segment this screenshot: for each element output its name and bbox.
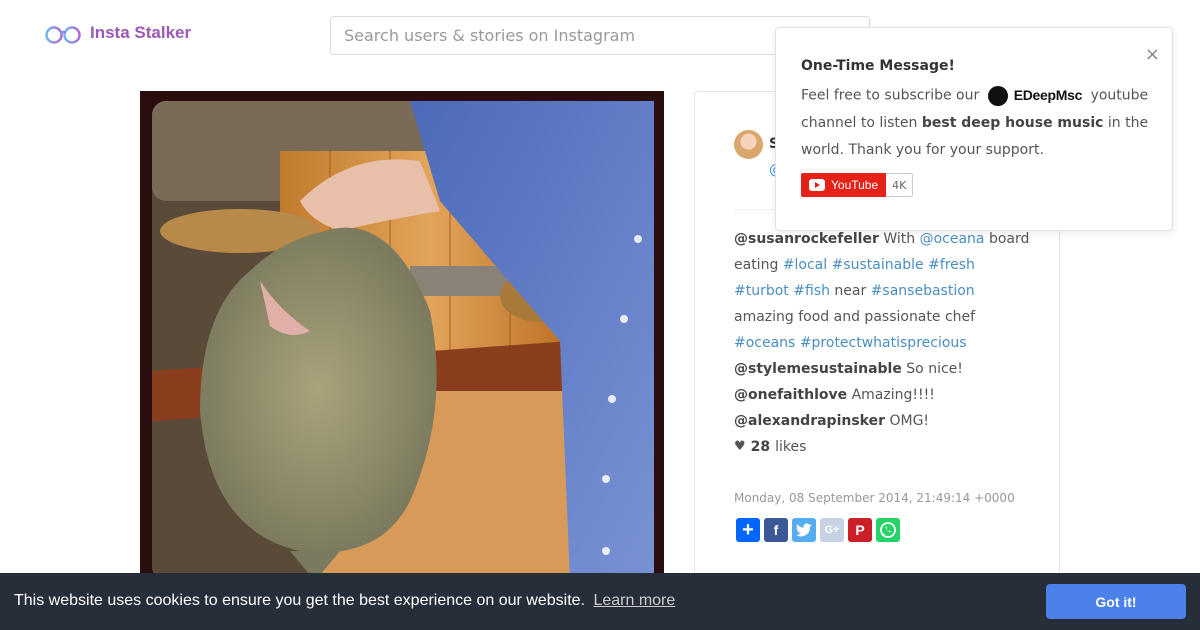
comment-text: So nice!: [901, 361, 963, 377]
caption-tag-link[interactable]: #fresh: [928, 257, 975, 273]
caption-tag-link[interactable]: #turbot: [734, 283, 789, 299]
glasses-icon: [45, 26, 81, 44]
cookie-banner: This website uses cookies to ensure you …: [0, 573, 1200, 630]
heart-icon: ♥: [734, 439, 746, 454]
caption-body: With @oceana board eating #local #sustai…: [734, 231, 1029, 351]
share-buttons: + f G+ P: [736, 518, 900, 542]
comment-text: Amazing!!!!: [847, 387, 935, 403]
caption-tag-link[interactable]: @oceana: [920, 231, 985, 247]
caption-text-segment: amazing food and passionate chef: [734, 309, 976, 325]
share-twitter-button[interactable]: [792, 518, 816, 542]
popup-body: Feel free to subscribe our EDeepMsc yout…: [801, 82, 1153, 164]
caption-text-segment: near: [829, 283, 871, 299]
logo-text: Insta Stalker: [90, 23, 192, 42]
popup-text-before: Feel free to subscribe our: [801, 87, 980, 104]
share-google-plus-button[interactable]: G+: [820, 518, 844, 542]
likes-count: 28: [750, 439, 771, 455]
twitter-icon: [796, 523, 812, 537]
comment-text: OMG!: [885, 413, 930, 429]
comment-row: @onefaithlove Amazing!!!!: [734, 382, 1034, 408]
cookie-message: This website uses cookies to ensure you …: [14, 592, 585, 609]
comment-user[interactable]: @stylemesustainable: [734, 361, 902, 377]
youtube-button[interactable]: YouTube: [801, 173, 887, 197]
brand-name: EDeepMsc: [1013, 87, 1083, 103]
popup-title: One-Time Message!: [801, 58, 955, 74]
post-image: [140, 91, 664, 581]
cookie-text-wrap: This website uses cookies to ensure you …: [14, 592, 675, 610]
close-icon[interactable]: ×: [1145, 44, 1160, 65]
whatsapp-icon: [880, 522, 896, 538]
avatar[interactable]: [734, 130, 763, 159]
comment-user[interactable]: @onefaithlove: [734, 387, 847, 403]
comment-row: @stylemesustainable So nice!: [734, 356, 1034, 382]
caption-tag-link[interactable]: #sustainable: [832, 257, 924, 273]
share-facebook-button[interactable]: f: [764, 518, 788, 542]
likes: ♥ 28 likes: [734, 434, 1034, 460]
cookie-learn-more-link[interactable]: Learn more: [593, 592, 675, 609]
cookie-accept-button[interactable]: Got it!: [1046, 584, 1186, 619]
brand[interactable]: EDeepMsc: [987, 82, 1083, 109]
post-timestamp: Monday, 08 September 2014, 21:49:14 +000…: [734, 491, 1015, 505]
caption-tag-link[interactable]: #protectwhatisprecious: [800, 335, 967, 351]
share-pinterest-button[interactable]: P: [848, 518, 872, 542]
brand-logo-icon: [987, 85, 1008, 106]
caption-text: @susanrockefeller With @oceana board eat…: [734, 226, 1034, 356]
page: Insta Stalker Search users & stories on …: [0, 0, 1200, 630]
share-whatsapp-button[interactable]: [876, 518, 900, 542]
post-caption: @susanrockefeller With @oceana board eat…: [734, 226, 1034, 460]
youtube-subscribe[interactable]: YouTube 4K: [801, 173, 914, 197]
likes-label: likes: [775, 439, 807, 455]
caption-tag-link[interactable]: #sansebastion: [871, 283, 975, 299]
one-time-message-popup: × One-Time Message! Feel free to subscri…: [775, 27, 1173, 231]
caption-tag-link[interactable]: #fish: [793, 283, 830, 299]
youtube-subscriber-count: 4K: [886, 173, 914, 197]
logo[interactable]: Insta Stalker: [44, 22, 191, 44]
caption-author[interactable]: @susanrockefeller: [734, 231, 879, 247]
youtube-label: YouTube: [831, 178, 879, 192]
caption-tag-link[interactable]: #oceans: [734, 335, 795, 351]
popup-bold-text: best deep house music: [921, 114, 1104, 131]
comments-list: @stylemesustainable So nice! @onefaithlov…: [734, 356, 1034, 434]
caption-tag-link[interactable]: #local: [783, 257, 827, 273]
comment-user[interactable]: @alexandrapinsker: [734, 413, 885, 429]
share-add-button[interactable]: +: [736, 518, 760, 542]
youtube-play-icon: [809, 179, 825, 191]
comment-row: @alexandrapinsker OMG!: [734, 408, 1034, 434]
caption-text-segment: With: [883, 231, 920, 247]
